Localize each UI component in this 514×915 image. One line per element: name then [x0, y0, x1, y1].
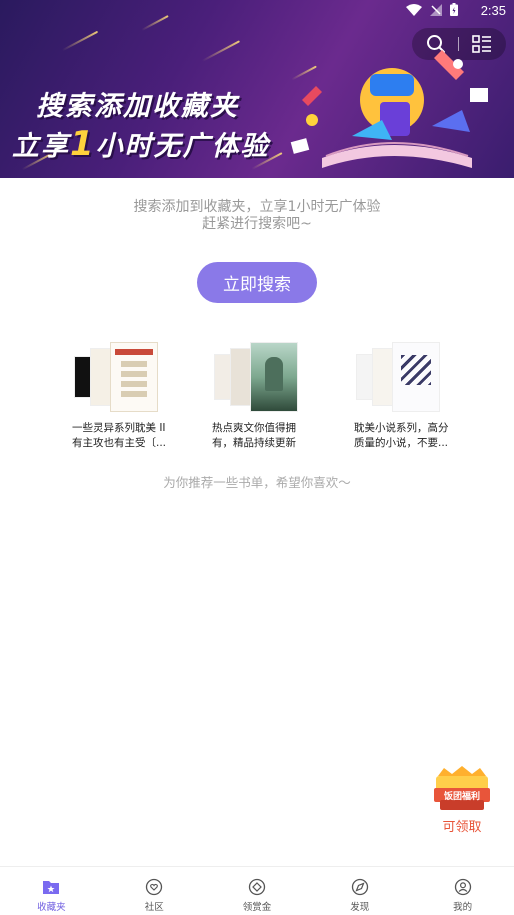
recommend-tip: 为你推荐一些书单，希望你喜欢～ [163, 475, 351, 490]
book-covers [72, 340, 172, 414]
book-list-card[interactable]: 耽美小说系列，高分质量的小说，不要... [354, 340, 454, 451]
banner-text: 小时无广体验 [95, 131, 270, 162]
nav-label: 我的 [453, 902, 473, 913]
reward-badge-text: 饭团福利 [443, 792, 480, 802]
reward-label: 可领取 [442, 820, 482, 835]
book-lists: 一些灵异系列耽美 II 有主攻也有主受〔... 热点爽文你值得拥有，精品持续更新… [0, 340, 514, 450]
nav-label: 领赏金 [242, 902, 272, 913]
intro-text: 搜索添加到收藏夹，立享1小时无广体验 赶紧进行搜索吧~ [0, 199, 514, 233]
book-list-desc: 热点爽文你值得拥有，精品持续更新 [212, 422, 296, 449]
banner-headline: 搜索添加收藏夹 [36, 91, 239, 122]
status-time: 2:35 [480, 3, 506, 18]
banner-subheadline: 立享1小时无广体验 [12, 124, 270, 164]
nav-bounty[interactable]: 领赏金 [206, 867, 309, 915]
book-covers [354, 340, 454, 414]
promo-banner[interactable]: 2:35 搜索添加收藏夹 立享1小时无广体验 [0, 0, 514, 178]
search-now-button[interactable]: 立即搜索 [197, 262, 317, 303]
book-list-card[interactable]: 热点爽文你值得拥有，精品持续更新 [212, 340, 312, 451]
book-covers [212, 340, 312, 414]
banner-highlight: 1 [70, 124, 96, 164]
nav-discover[interactable]: 发现 [308, 867, 411, 915]
nav-label: 收藏夹 [37, 902, 66, 913]
book-cover [250, 342, 298, 412]
book-list-card[interactable]: 一些灵异系列耽美 II 有主攻也有主受〔... [72, 340, 172, 451]
book-list-desc: 一些灵异系列耽美 II 有主攻也有主受〔... [72, 422, 167, 449]
banner-text: 立享 [12, 131, 70, 162]
signal-off-icon [430, 3, 442, 16]
book-list-desc: 耽美小说系列，高分质量的小说，不要... [354, 422, 449, 449]
banner-streak [201, 40, 241, 62]
intro-line-1: 搜索添加到收藏夹，立享1小时无广体验 [133, 199, 381, 215]
reward-circle-icon [248, 878, 266, 896]
nav-profile[interactable]: 我的 [411, 867, 514, 915]
status-bar: 2:35 [0, 0, 514, 22]
reading-illustration [290, 50, 488, 168]
battery-icon [450, 3, 458, 16]
compass-icon [351, 878, 368, 896]
wifi-icon [406, 3, 422, 16]
banner-streak [61, 30, 99, 52]
intro-line-2: 赶紧进行搜索吧~ [202, 216, 312, 232]
bottom-nav: 收藏夹 社区 领赏金 发现 我的 [0, 866, 514, 915]
chat-heart-icon [146, 878, 163, 896]
nav-favorites[interactable]: 收藏夹 [0, 867, 103, 915]
user-icon [454, 878, 471, 896]
folder-star-icon [43, 881, 60, 894]
book-cover [392, 342, 440, 412]
reward-float[interactable]: 饭团福利 可领取 [430, 766, 494, 836]
book-cover [110, 342, 158, 412]
nav-label: 社区 [144, 902, 164, 913]
nav-community[interactable]: 社区 [103, 867, 206, 915]
nav-label: 发现 [350, 902, 370, 913]
